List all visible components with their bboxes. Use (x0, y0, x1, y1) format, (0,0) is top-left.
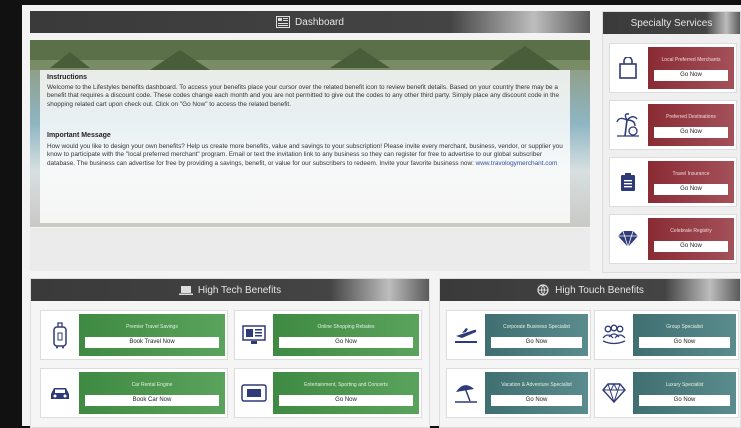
specialty-card: Preferred Destinations Go Now (648, 104, 734, 146)
book-travel-now-button[interactable]: Book Travel Now (85, 337, 219, 348)
specialty-card: Celebrate Registry Go Now (648, 218, 734, 260)
palm-tree-icon (613, 109, 643, 141)
high-tech-header: High Tech Benefits (31, 279, 429, 301)
airplane-icon (451, 319, 481, 351)
clipboard-icon (613, 166, 643, 198)
benefit-tile-vacation: Vacation & Adventure Specialist Go Now (446, 368, 591, 418)
card-label: Vacation & Adventure Specialist (501, 382, 572, 388)
benefit-tile-travel-savings: Premier Travel Savings Book Travel Now (40, 310, 228, 360)
important-text: How would you like to design your own be… (47, 143, 563, 167)
card-label: Car Rental Engine (131, 382, 173, 388)
card-label: Entertainment, Sporting and Concerts (304, 382, 388, 388)
benefit-tile-shopping-rebates: Online Shopping Rebates Go Now (234, 310, 422, 360)
benefit-tile-group: Group Specialist Go Now (594, 310, 739, 360)
laptop-icon (178, 286, 193, 295)
card-label: Luxury Specialist (665, 382, 704, 388)
hero-banner: Instructions Welcome to the Lifestyles b… (30, 40, 590, 227)
globe-icon (537, 284, 549, 296)
benefit-card: Online Shopping Rebates Go Now (273, 314, 419, 356)
go-now-button[interactable]: Go Now (654, 184, 728, 195)
go-now-button[interactable]: Go Now (491, 337, 582, 348)
luggage-icon (45, 319, 75, 351)
card-label: Preferred Destinations (666, 114, 716, 120)
group-icon (599, 319, 629, 351)
go-now-button[interactable]: Go Now (654, 241, 728, 252)
benefit-card: Corporate Business Specialist Go Now (485, 314, 588, 356)
card-label: Online Shopping Rebates (317, 324, 375, 330)
benefit-tile-corporate: Corporate Business Specialist Go Now (446, 310, 591, 360)
benefit-card: Vacation & Adventure Specialist Go Now (485, 372, 588, 414)
specialty-item-destinations: Preferred Destinations Go Now (609, 100, 737, 150)
merchant-link[interactable]: www.travologymerchant.com (476, 160, 558, 167)
book-car-now-button[interactable]: Book Car Now (85, 395, 219, 406)
specialty-item-insurance: Travel Insurance Go Now (609, 157, 737, 207)
important-heading: Important Message (47, 132, 111, 139)
dashboard-header: Dashboard (30, 11, 590, 33)
benefit-card: Premier Travel Savings Book Travel Now (79, 314, 225, 356)
benefit-card: Entertainment, Sporting and Concerts Go … (273, 372, 419, 414)
dashboard-frame: Dashboard Instructions Welcome to the Li… (22, 5, 741, 428)
specialty-header: Specialty Services (603, 12, 740, 34)
card-label: Group Specialist (666, 324, 703, 330)
specialty-card: Travel Insurance Go Now (648, 161, 734, 203)
go-now-button[interactable]: Go Now (654, 70, 728, 81)
benefit-card: Car Rental Engine Book Car Now (79, 372, 225, 414)
specialty-services-panel: Specialty Services Local Preferred Merch… (602, 11, 741, 273)
specialty-card: Local Preferred Merchants Go Now (648, 47, 734, 89)
benefit-card: Group Specialist Go Now (633, 314, 736, 356)
go-now-button[interactable]: Go Now (491, 395, 582, 406)
go-now-button[interactable]: Go Now (279, 395, 413, 406)
card-label: Premier Travel Savings (126, 324, 178, 330)
monitor-icon (239, 319, 269, 351)
benefit-tile-luxury: Luxury Specialist Go Now (594, 368, 739, 418)
diamond-icon (613, 223, 643, 255)
go-now-button[interactable]: Go Now (654, 127, 728, 138)
go-now-button[interactable]: Go Now (279, 337, 413, 348)
specialty-item-local-merchants: Local Preferred Merchants Go Now (609, 43, 737, 93)
card-label: Local Preferred Merchants (661, 57, 721, 63)
high-touch-title: High Touch Benefits (555, 284, 644, 296)
card-label: Celebrate Registry (670, 228, 712, 234)
benefit-card: Luxury Specialist Go Now (633, 372, 736, 414)
card-label: Travel Insurance (672, 171, 710, 177)
beach-umbrella-icon (451, 377, 481, 409)
instructions-text: Welcome to the Lifestyles benefits dashb… (47, 84, 560, 108)
hero-lower-area (30, 228, 590, 271)
benefit-tile-car-rental: Car Rental Engine Book Car Now (40, 368, 228, 418)
dashboard-icon (276, 16, 291, 28)
shopping-bag-icon (613, 52, 643, 84)
specialty-item-registry: Celebrate Registry Go Now (609, 214, 737, 264)
card-label: Corporate Business Specialist (503, 324, 570, 330)
dashboard-title: Dashboard (295, 16, 344, 28)
benefit-tile-entertainment: Entertainment, Sporting and Concerts Go … (234, 368, 422, 418)
high-tech-title: High Tech Benefits (197, 284, 282, 296)
high-touch-panel: High Touch Benefits Corporate Business S… (439, 278, 741, 428)
car-icon (45, 377, 75, 409)
high-touch-header: High Touch Benefits (440, 279, 740, 301)
go-now-button[interactable]: Go Now (639, 395, 730, 406)
ticket-icon (239, 377, 269, 409)
instructions-heading: Instructions (47, 74, 88, 81)
go-now-button[interactable]: Go Now (639, 337, 730, 348)
specialty-title: Specialty Services (630, 17, 713, 29)
instructions-overlay: Instructions Welcome to the Lifestyles b… (40, 70, 570, 223)
high-tech-panel: High Tech Benefits Premier Travel Saving… (30, 278, 430, 428)
diamond-icon (599, 377, 629, 409)
